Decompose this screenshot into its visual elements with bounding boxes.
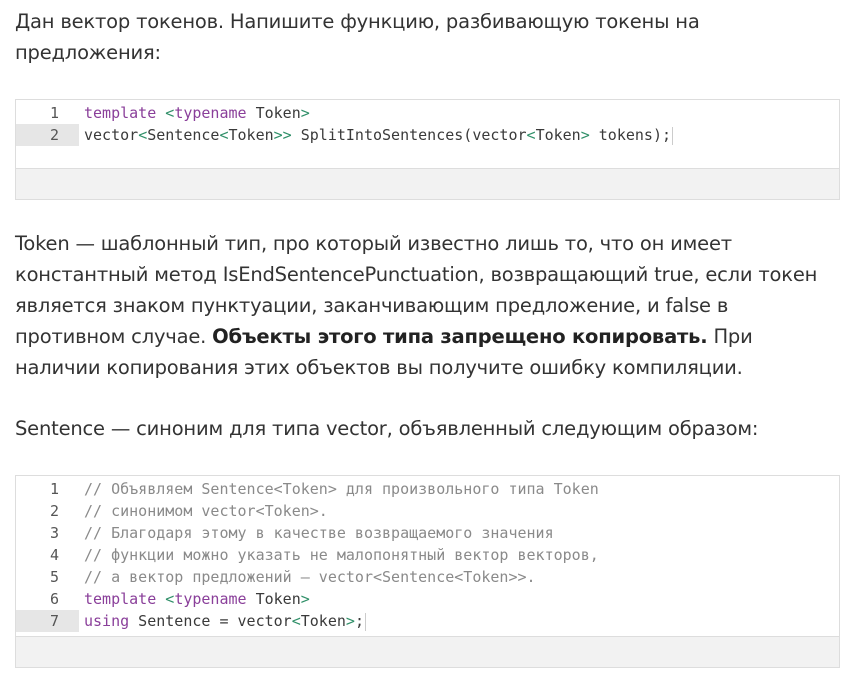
code-token: < <box>165 590 175 608</box>
code-token: > <box>345 612 355 630</box>
code-line[interactable]: 2 // синонимом vector<Token>. <box>16 500 839 522</box>
line-number: 4 <box>16 544 79 566</box>
code-token: < <box>219 126 229 144</box>
code-text: // а вектор предложений — vector<Sentenc… <box>79 566 536 588</box>
code-token: Token <box>246 590 301 608</box>
code-token: > <box>300 590 310 608</box>
text-cursor <box>672 126 674 145</box>
code-line[interactable]: 3 // Благодаря этому в качестве возвращае… <box>16 522 839 544</box>
code-text: // Объявляем Sentence<Token> для произво… <box>79 478 599 500</box>
text-cursor <box>364 612 366 631</box>
code-token: // Объявляем Sentence<Token> для произво… <box>84 480 599 498</box>
code-token: Sentence = vector <box>129 612 292 630</box>
code-text: using Sentence = vector<Token>; <box>79 610 366 632</box>
code-token: Sentence <box>147 126 220 144</box>
line-number: 2 <box>16 500 79 522</box>
code-text: // синонимом vector<Token>. <box>79 500 328 522</box>
code-editor-2-footer <box>16 636 839 667</box>
code-token: vector <box>84 126 139 144</box>
code-token: typename <box>174 590 247 608</box>
code-line[interactable]: 6 template <typename Token> <box>16 588 839 610</box>
code-token: < <box>138 126 148 144</box>
token-desc-line-4a: противном случае. <box>15 325 213 348</box>
code-token: < <box>165 104 175 122</box>
code-token: > <box>300 104 310 122</box>
code-token: Token <box>535 126 581 144</box>
code-token: Token <box>246 104 301 122</box>
code-text: vector<Sentence<Token>> SplitIntoSentenc… <box>79 124 674 146</box>
code-line[interactable]: 7 using Sentence = vector<Token>; <box>16 610 839 632</box>
code-area-1[interactable]: 1 template <typename Token> 2 vector<Senten… <box>16 100 839 168</box>
code-token: >> <box>273 126 292 144</box>
line-number: 7 <box>16 610 79 632</box>
code-token: < <box>526 126 536 144</box>
code-token: Token <box>300 612 346 630</box>
code-token: template <box>84 590 157 608</box>
code-token: > <box>580 126 590 144</box>
code-token: // синонимом vector<Token>. <box>84 502 328 520</box>
code-area-2[interactable]: 1 // Объявляем Sentence<Token> для произв… <box>16 476 839 636</box>
token-desc-line-2: константный метод IsEndSentencePunctuati… <box>15 263 818 286</box>
token-desc-line-4b: При <box>707 325 753 348</box>
code-text: template <typename Token> <box>79 102 310 124</box>
token-description-paragraph: Token — шаблонный тип, про который извес… <box>15 228 845 383</box>
code-editor-1-footer <box>16 168 839 199</box>
code-token: typename <box>174 104 247 122</box>
code-line[interactable]: 1 // Объявляем Sentence<Token> для произв… <box>16 478 839 500</box>
line-number: 3 <box>16 522 79 544</box>
line-number: 1 <box>16 478 79 500</box>
intro-line-1: Дан вектор токенов. Напишите функцию, ра… <box>15 10 700 33</box>
sentence-desc-text: Sentence — синоним для типа vector, объя… <box>15 417 759 440</box>
code-token: SplitIntoSentences(vector <box>291 126 527 144</box>
line-number: 1 <box>16 102 79 124</box>
code-token: // функции можно указать не малопонятный… <box>84 546 599 564</box>
code-token: ; <box>354 612 364 630</box>
token-desc-line-3: является знаком пунктуации, заканчивающи… <box>15 294 729 317</box>
token-desc-line-1: Token — шаблонный тип, про который извес… <box>15 232 732 255</box>
code-editor-2[interactable]: 1 // Объявляем Sentence<Token> для произв… <box>15 475 840 668</box>
code-text: template <typename Token> <box>79 588 310 610</box>
token-desc-line-5: наличии копирования этих объектов вы пол… <box>15 356 743 379</box>
code-token: // а вектор предложений — vector<Sentenc… <box>84 568 536 586</box>
intro-line-2: предложения: <box>15 41 161 64</box>
code-line[interactable]: 1 template <typename Token> <box>16 102 839 124</box>
code-token: < <box>291 612 301 630</box>
line-number: 6 <box>16 588 79 610</box>
code-text: // функции можно указать не малопонятный… <box>79 544 599 566</box>
line-number: 5 <box>16 566 79 588</box>
code-token: tokens); <box>589 126 672 144</box>
code-token: template <box>84 104 157 122</box>
code-line[interactable]: 5 // а вектор предложений — vector<Senten… <box>16 566 839 588</box>
code-line[interactable]: 2 vector<Sentence<Token>> SplitIntoSenten… <box>16 124 839 146</box>
code-token: Token <box>228 126 274 144</box>
line-number: 2 <box>16 124 79 146</box>
intro-paragraph: Дан вектор токенов. Напишите функцию, ра… <box>15 6 845 68</box>
code-token: using <box>84 612 130 630</box>
code-text: // Благодаря этому в качестве возвращаем… <box>79 522 554 544</box>
sentence-description-paragraph: Sentence — синоним для типа vector, объя… <box>15 413 845 444</box>
code-editor-1[interactable]: 1 template <typename Token> 2 vector<Senten… <box>15 99 840 200</box>
code-token: // Благодаря этому в качестве возвращаем… <box>84 524 554 542</box>
code-line[interactable]: 4 // функции можно указать не малопонятны… <box>16 544 839 566</box>
copy-prohibited-notice: Объекты этого типа запрещено копировать. <box>212 325 708 348</box>
